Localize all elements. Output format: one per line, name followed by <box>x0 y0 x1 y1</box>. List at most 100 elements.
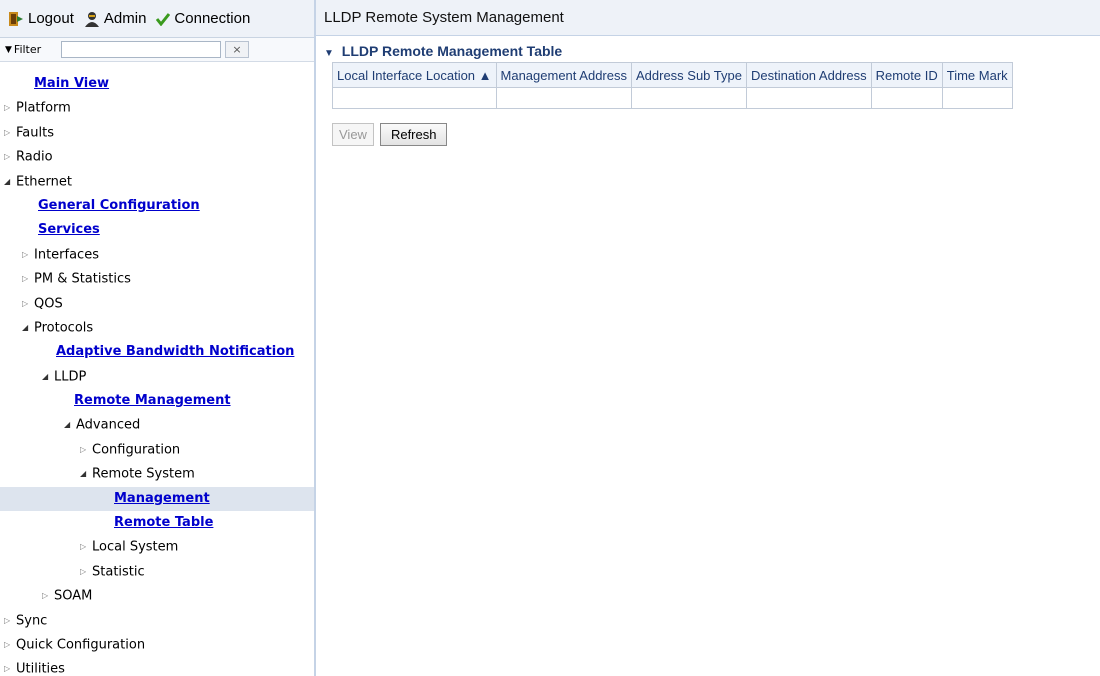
tree-label: Radio <box>16 149 53 165</box>
tree-label: Statistic <box>92 564 145 580</box>
tree-label: Advanced <box>76 418 141 434</box>
tree-link[interactable]: Adaptive Bandwidth Notification <box>56 344 294 359</box>
table-buttons: View Refresh <box>332 123 1100 146</box>
column-header[interactable]: Address Sub Type <box>630 62 747 88</box>
expanded-triangle-icon[interactable]: ◢ <box>64 413 76 437</box>
tree-item-radio[interactable]: ▷ Radio <box>0 145 314 169</box>
collapsed-triangle-icon[interactable]: ▷ <box>4 121 16 145</box>
expanded-triangle-icon[interactable]: ◢ <box>4 170 16 194</box>
tree-item-management[interactable]: Management <box>0 486 314 512</box>
table-cell <box>870 87 943 109</box>
tree-item-pm-statistics[interactable]: ▷ PM & Statistics <box>0 267 314 291</box>
tree-item-quick-configuration[interactable]: ▷ Quick Configuration <box>0 633 314 657</box>
clear-filter-button[interactable]: × <box>225 41 249 58</box>
refresh-button-label: Refresh <box>390 127 437 142</box>
tree-item-utilities[interactable]: ▷ Utilities <box>0 657 314 676</box>
tree-item-advanced[interactable]: ◢ Advanced <box>0 413 314 437</box>
table-header-row: Local Interface Location ▲ Management Add… <box>332 62 1013 88</box>
filter-input[interactable] <box>61 41 221 58</box>
tree-link[interactable]: Services <box>38 222 100 237</box>
table-section-toggle[interactable]: ▼ LLDP Remote Management Table <box>324 40 1100 62</box>
column-header[interactable]: Management Address <box>495 62 632 88</box>
view-button[interactable]: View <box>332 123 374 146</box>
collapsed-triangle-icon[interactable]: ▷ <box>22 292 34 316</box>
column-header[interactable]: Remote ID <box>870 62 943 88</box>
tree-link[interactable]: Remote Management <box>74 393 231 408</box>
tree-item-soam[interactable]: ▷ SOAM <box>0 584 314 608</box>
column-header[interactable]: Local Interface Location ▲ <box>332 62 497 88</box>
filter-toggle[interactable]: ▼ Filter <box>5 43 61 56</box>
tree-item-protocols[interactable]: ◢ Protocols <box>0 316 314 340</box>
collapsed-triangle-icon[interactable]: ▷ <box>4 145 16 169</box>
remote-management-table: Local Interface Location ▲ Management Add… <box>332 62 1013 109</box>
admin-button[interactable]: Admin <box>84 10 147 27</box>
collapsed-triangle-icon[interactable]: ▷ <box>4 657 16 676</box>
connection-button[interactable]: Connection <box>156 10 250 27</box>
tree-label: QOS <box>34 296 63 312</box>
tree-item-remote-management[interactable]: Remote Management <box>0 389 314 413</box>
collapsed-triangle-icon[interactable]: ▷ <box>80 438 92 462</box>
collapsed-triangle-icon[interactable]: ▷ <box>4 96 16 120</box>
main-content: LLDP Remote System Management ▼ LLDP Rem… <box>316 0 1100 676</box>
triangle-down-icon: ▼ <box>324 48 334 59</box>
logout-label: Logout <box>28 10 74 27</box>
page-title: LLDP Remote System Management <box>316 0 1100 36</box>
tree-item-main-view[interactable]: Main View <box>0 72 314 96</box>
tree-item-remote-table[interactable]: Remote Table <box>0 511 314 535</box>
expanded-triangle-icon[interactable]: ◢ <box>22 316 34 340</box>
filter-bar: ▼ Filter × <box>0 38 314 62</box>
triangle-down-icon: ▼ <box>5 44 12 55</box>
tree-link[interactable]: Main View <box>34 76 109 91</box>
connection-label: Connection <box>174 10 251 27</box>
tree-item-configuration[interactable]: ▷ Configuration <box>0 438 314 462</box>
table-cell <box>941 87 1013 109</box>
tree-label: Local System <box>92 540 179 556</box>
navigation-sidebar: Logout Admin Connection ▼ Filter × Main … <box>0 0 316 676</box>
tree-item-statistic[interactable]: ▷ Statistic <box>0 560 314 584</box>
tree-label: Faults <box>16 125 54 141</box>
collapsed-triangle-icon[interactable]: ▷ <box>22 267 34 291</box>
column-header[interactable]: Time Mark <box>941 62 1013 88</box>
tree-item-services[interactable]: Services <box>0 218 314 242</box>
tree-item-ethernet[interactable]: ◢ Ethernet <box>0 170 314 194</box>
tree-link[interactable]: Remote Table <box>114 515 213 530</box>
tree-label: Protocols <box>34 320 94 336</box>
tree-item-general-configuration[interactable]: General Configuration <box>0 194 314 218</box>
close-icon: × <box>232 43 242 56</box>
collapsed-triangle-icon[interactable]: ▷ <box>80 560 92 584</box>
view-button-label: View <box>339 127 367 142</box>
table-cell <box>332 87 497 109</box>
tree-link[interactable]: Management <box>114 491 210 506</box>
tree-link[interactable]: General Configuration <box>38 198 200 213</box>
tree-item-lldp[interactable]: ◢ LLDP <box>0 365 314 389</box>
refresh-button[interactable]: Refresh <box>379 123 448 146</box>
admin-label: Admin <box>103 10 147 27</box>
tree-item-faults[interactable]: ▷ Faults <box>0 121 314 145</box>
tree-item-remote-system[interactable]: ◢ Remote System <box>0 462 314 486</box>
tree-item-local-system[interactable]: ▷ Local System <box>0 535 314 559</box>
tree-item-adaptive-bandwidth-notification[interactable]: Adaptive Bandwidth Notification <box>0 340 314 364</box>
logout-button[interactable]: Logout <box>8 10 74 27</box>
tree-label: Sync <box>16 613 48 629</box>
tree-label: Platform <box>16 101 71 117</box>
collapsed-triangle-icon[interactable]: ▷ <box>80 535 92 559</box>
table-cell <box>745 87 872 109</box>
expanded-triangle-icon[interactable]: ◢ <box>42 365 54 389</box>
tree-item-interfaces[interactable]: ▷ Interfaces <box>0 243 314 267</box>
page-title-text: LLDP Remote System Management <box>324 9 564 26</box>
tree-label: Quick Configuration <box>16 637 146 653</box>
tree-label: Interfaces <box>34 247 99 263</box>
table-row[interactable] <box>332 87 1013 109</box>
collapsed-triangle-icon[interactable]: ▷ <box>4 633 16 657</box>
tree-label: Remote System <box>92 466 195 482</box>
collapsed-triangle-icon[interactable]: ▷ <box>42 584 54 608</box>
tree-label: Configuration <box>92 442 181 458</box>
tree-label: Utilities <box>16 662 65 676</box>
collapsed-triangle-icon[interactable]: ▷ <box>22 243 34 267</box>
tree-item-sync[interactable]: ▷ Sync <box>0 609 314 633</box>
column-header[interactable]: Destination Address <box>745 62 872 88</box>
expanded-triangle-icon[interactable]: ◢ <box>80 462 92 486</box>
collapsed-triangle-icon[interactable]: ▷ <box>4 609 16 633</box>
tree-item-platform[interactable]: ▷ Platform <box>0 96 314 120</box>
tree-item-qos[interactable]: ▷ QOS <box>0 292 314 316</box>
